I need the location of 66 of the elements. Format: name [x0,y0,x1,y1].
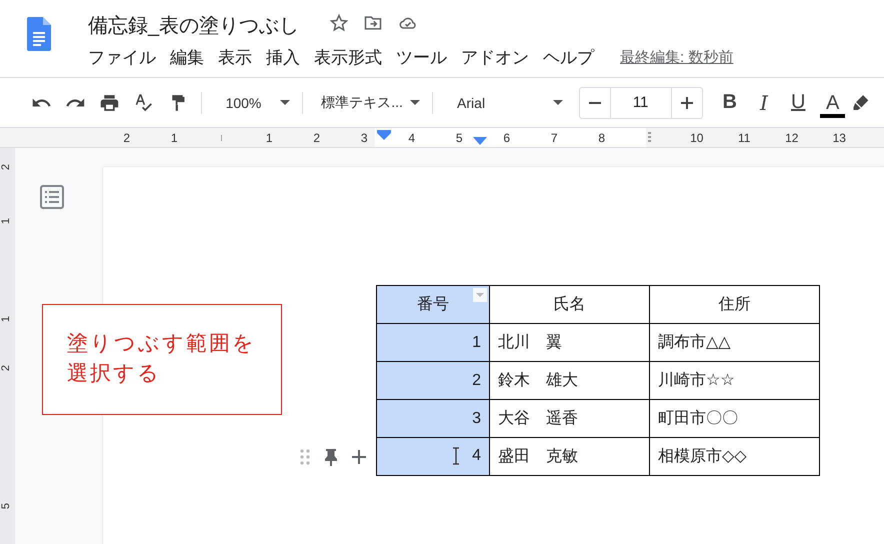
ruler-number: 4 [408,130,416,144]
ruler-number: 13 [832,130,846,144]
table-cell: 町田市〇〇 [650,400,820,438]
menu-item[interactable]: 表示 [218,46,252,69]
font-dropdown[interactable]: Arial [451,94,575,110]
ruler-number: 5 [456,130,463,144]
bold-button[interactable]: B [712,88,747,118]
caret-icon [280,100,290,105]
table-cell: 北川 翼 [490,324,650,362]
ruler-number: 1 [170,130,178,144]
caret-icon [410,100,420,105]
text-box[interactable]: 塗りつぶす範囲を選択する [42,304,282,415]
column-handle[interactable] [648,132,651,144]
table-cell: 盛田 克敏 [490,438,650,476]
table-cell: 調布市△△ [650,324,820,362]
outline-icon[interactable] [40,185,64,209]
indent-marker-icon[interactable] [473,137,487,145]
ruler-number: 3 [360,130,368,144]
star-icon[interactable] [329,13,350,33]
ruler-number: 1 [266,130,273,144]
document-title[interactable]: 備忘録_表の塗りつぶし [88,8,300,38]
last-edit-link[interactable]: 最終編集: 数秒前 [620,48,734,67]
add-icon[interactable] [352,450,366,464]
ruler-number: 1 [0,218,14,224]
ruler-number: 2 [123,130,130,144]
text-box-text: 塗りつぶす範囲を選択する [67,331,257,387]
menu-item[interactable]: 表示形式 [314,46,382,69]
indent-marker-icon[interactable] [377,130,391,140]
table-header-cell: 住所 [650,286,820,324]
text-cursor-icon [452,447,460,466]
menu-item[interactable]: 挿入 [266,46,300,69]
ruler-number: 1 [0,316,14,322]
table-cell: 1 [376,324,490,362]
menu-item[interactable]: アドオン [461,46,529,69]
table-cell: 2 [376,362,490,400]
ruler-number: 2 [313,130,320,144]
ruler-number: 5 [0,502,14,510]
menu-item[interactable]: ファイル [88,46,156,69]
pin-icon[interactable] [324,448,338,466]
menu-item[interactable]: ヘルプ [543,46,594,69]
table-cell: 大谷 遥香 [490,400,650,438]
table-cell: 川崎市☆☆ [650,362,820,400]
table-cell: 3 [376,400,490,438]
table-header-cell: 氏名 [490,286,650,324]
ruler-number: 7 [550,130,558,144]
caret-icon [552,100,563,105]
table-header-cell: 番号 [376,286,490,324]
style-dropdown[interactable]: 標準テキス... [315,94,432,112]
menu-item[interactable]: ツール [396,46,447,69]
table-cell: 相模原市◇◇ [650,438,820,476]
text-color-button[interactable]: A [820,92,846,118]
ruler-number: 2 [0,164,14,170]
zoom-dropdown[interactable]: 100% [220,94,302,110]
ruler-number: 8 [598,130,606,144]
underline-button[interactable]: U [781,88,816,118]
italic-button[interactable]: I [746,88,782,118]
menu-item[interactable]: 編集 [170,46,204,69]
table-cell: 鈴木 雄大 [490,362,650,400]
drag-handle-icon[interactable] [300,449,310,465]
docs-logo-icon[interactable] [27,17,51,51]
ruler-number: 10 [690,130,704,144]
ruler-number: 11 [738,130,750,144]
ruler-number: 6 [503,130,510,144]
ruler-number: 12 [785,130,798,144]
table-cell: 4 [376,438,490,476]
ruler-number: 2 [0,364,14,372]
